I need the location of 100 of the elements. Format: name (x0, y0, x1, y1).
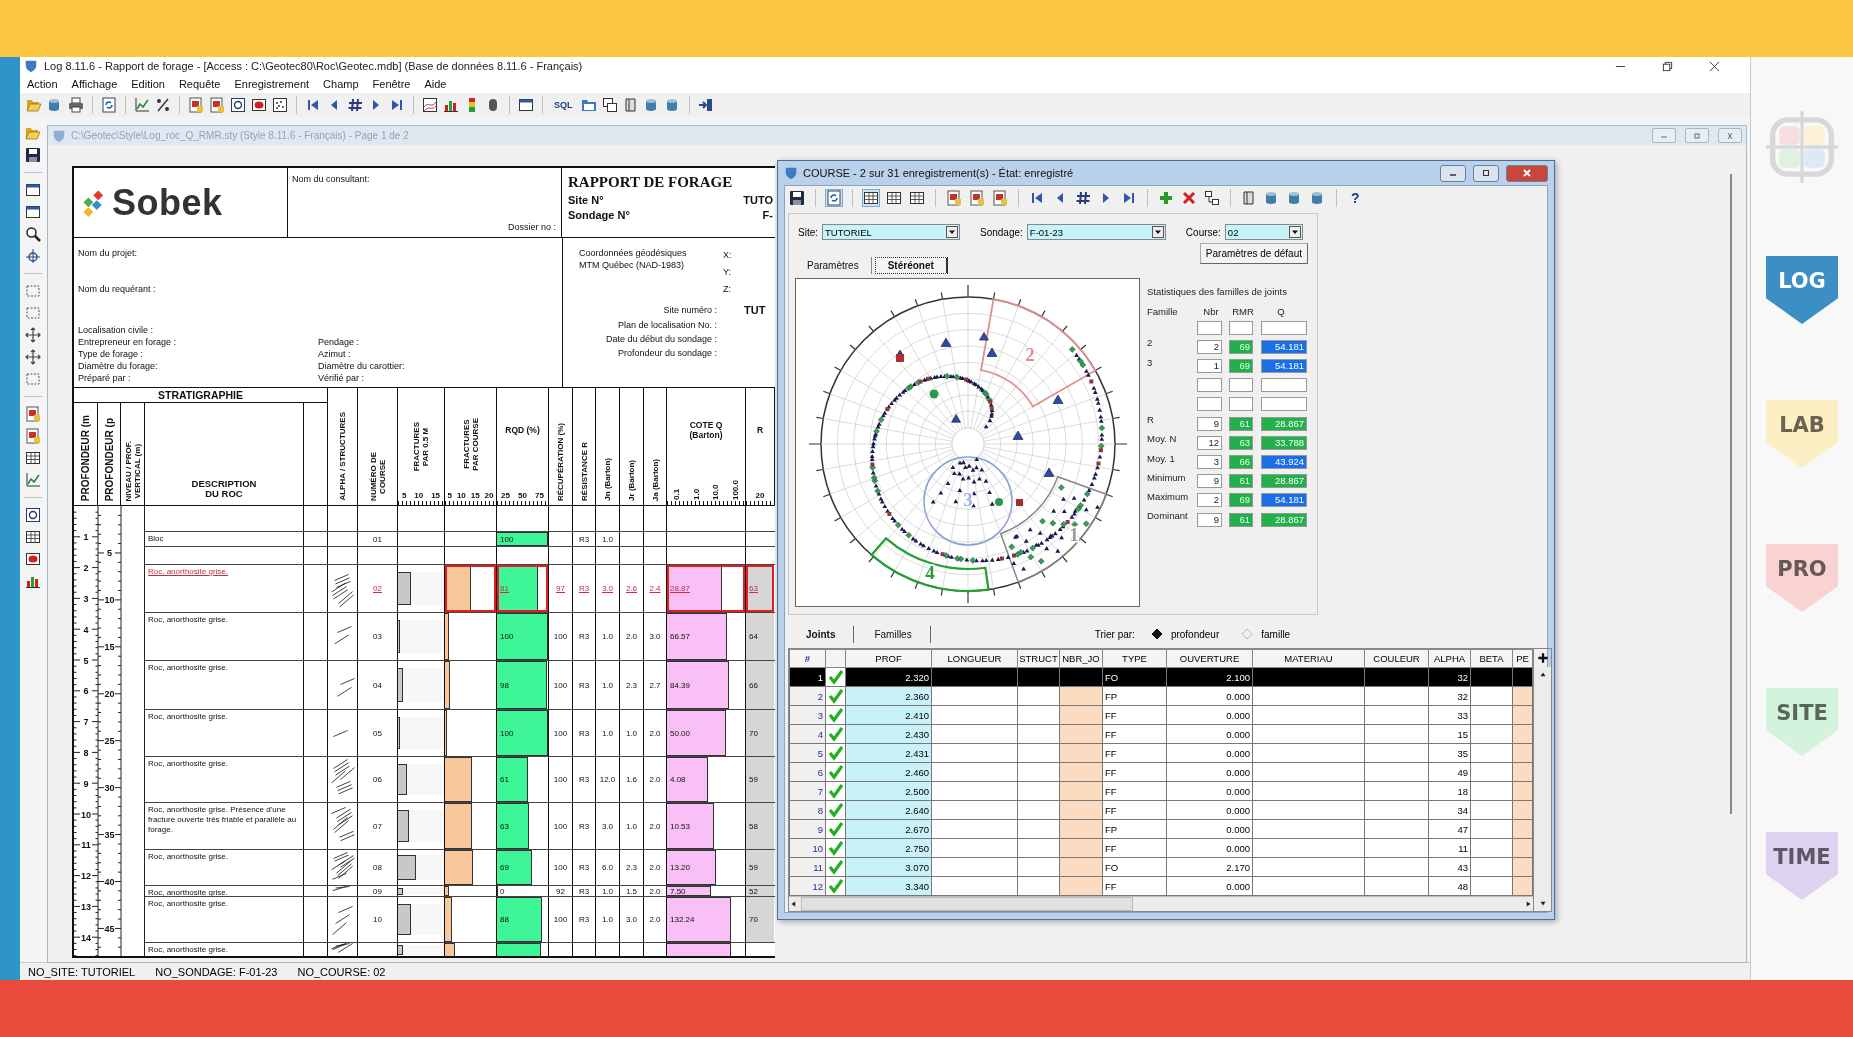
dropdown-field[interactable]: F-01-23 (1026, 224, 1166, 240)
menu-item[interactable]: Enregistrement (234, 78, 310, 90)
tab[interactable]: Paramètres (795, 257, 872, 274)
map-icon[interactable] (422, 97, 438, 113)
maximize-icon[interactable] (1480, 169, 1492, 177)
help-button[interactable]: ? (1347, 190, 1364, 206)
close-icon[interactable] (1709, 60, 1720, 72)
target-icon[interactable] (25, 248, 41, 264)
minimize-button[interactable] (1440, 164, 1466, 182)
percent-icon[interactable] (155, 97, 171, 113)
tab[interactable]: Joints (788, 625, 855, 643)
radio-option[interactable]: famille (1241, 628, 1291, 640)
check-icon[interactable] (827, 859, 844, 875)
report-icon[interactable] (969, 190, 985, 206)
column-header[interactable]: MATERIAU (1252, 649, 1365, 668)
close-icon[interactable] (1521, 169, 1533, 177)
dropdown-field[interactable]: TUTORIEL (822, 224, 960, 240)
line-chart-icon[interactable] (25, 472, 41, 488)
first-icon[interactable] (1029, 190, 1045, 206)
app-badge[interactable]: PRO (1766, 544, 1838, 612)
check-icon[interactable] (827, 745, 844, 761)
plus-icon[interactable] (1158, 190, 1174, 206)
check-icon[interactable] (827, 821, 844, 837)
scrollbar[interactable] (789, 896, 1533, 911)
restore-icon[interactable] (1662, 60, 1673, 72)
exit-icon[interactable] (697, 97, 714, 113)
radio-icon[interactable] (1241, 628, 1254, 640)
table-row[interactable]: 2 2.360 FP 0.000 32 (789, 686, 1533, 706)
table-row[interactable]: 11 3.070 FO 2.170 43 (789, 857, 1533, 877)
link-icon[interactable] (1204, 190, 1220, 206)
window-icon[interactable] (518, 97, 534, 113)
table-row[interactable]: 3 2.410 FF 0.000 33 (789, 705, 1533, 725)
refresh-icon[interactable] (101, 97, 117, 113)
check-icon[interactable] (827, 688, 844, 704)
check-icon[interactable] (827, 802, 844, 818)
refresh-icon[interactable] (826, 190, 842, 206)
open-folder-icon[interactable] (26, 97, 42, 113)
tab[interactable]: Familles (856, 625, 931, 643)
window-icon[interactable] (25, 182, 41, 198)
window-icon[interactable] (25, 204, 41, 220)
check-icon[interactable] (827, 840, 844, 856)
table-row[interactable]: 12 3.340 FF 0.000 48 (789, 876, 1533, 896)
scrollbar[interactable] (1534, 667, 1551, 911)
hash-icon[interactable] (1075, 190, 1091, 206)
table-row[interactable]: 5 2.431 FF 0.000 35 (789, 743, 1533, 763)
maximize-button[interactable] (1473, 164, 1499, 182)
dropdown-field[interactable]: 02 (1224, 224, 1303, 240)
report-icon[interactable] (946, 190, 962, 206)
column-header[interactable]: NBR_JO (1059, 649, 1103, 668)
menu-item[interactable]: Aide (424, 78, 447, 90)
app-badge[interactable]: LOG (1766, 256, 1838, 324)
menu-item[interactable]: Action (27, 78, 58, 90)
grid-icon[interactable] (25, 450, 41, 466)
table-row[interactable]: 4 2.430 FF 0.000 15 (789, 724, 1533, 744)
column-header[interactable]: STRUCT (1017, 649, 1060, 668)
check-icon[interactable] (827, 707, 844, 723)
report-icon[interactable] (209, 97, 225, 113)
menu-item[interactable]: Edition (131, 78, 165, 90)
report-icon[interactable] (25, 428, 41, 444)
column-header[interactable]: PROF (845, 649, 932, 668)
radio-option[interactable]: profondeur (1150, 628, 1220, 640)
printer-icon[interactable] (68, 97, 84, 113)
grid-icon[interactable] (25, 529, 41, 545)
report-icon[interactable] (25, 406, 41, 422)
tab[interactable]: Stéréonet (874, 257, 948, 274)
check-icon[interactable] (827, 669, 844, 685)
grid-icon[interactable] (863, 190, 879, 206)
column-header[interactable]: BETA (1470, 649, 1513, 668)
report-icon[interactable] (188, 97, 204, 113)
table-row[interactable]: 6 2.460 FF 0.000 49 (789, 762, 1533, 782)
menu-item[interactable]: Fenêtre (372, 78, 411, 90)
book-icon[interactable] (1241, 190, 1257, 206)
last-icon[interactable] (1121, 190, 1137, 206)
table-row[interactable]: 9 2.670 FP 0.000 47 (789, 819, 1533, 839)
grid-icon[interactable] (909, 190, 925, 206)
move-icon[interactable] (25, 327, 41, 343)
column-header[interactable]: TYPE (1102, 649, 1167, 668)
frame-icon[interactable] (230, 97, 246, 113)
menu-item[interactable]: Affichage (71, 78, 118, 90)
folder-icon[interactable] (580, 97, 597, 113)
default-settings-button[interactable]: Paramètres de défaut (1199, 243, 1308, 264)
column-header[interactable]: COULEUR (1364, 649, 1429, 668)
windows-icon[interactable] (601, 97, 618, 113)
table-row[interactable]: 10 2.750 FF 0.000 11 (789, 838, 1533, 858)
app-badge[interactable]: SITE (1766, 688, 1838, 756)
move-icon[interactable] (25, 349, 41, 365)
close-button[interactable] (1506, 164, 1548, 182)
column-header[interactable]: # (789, 649, 826, 668)
zoom-icon[interactable] (25, 226, 41, 242)
check-icon[interactable] (827, 764, 844, 780)
grid-icon[interactable] (886, 190, 902, 206)
check-icon[interactable] (827, 783, 844, 799)
menu-item[interactable]: Requête (178, 78, 221, 90)
column-header[interactable]: OUVERTURE (1166, 649, 1253, 668)
column-header[interactable]: LONGUEUR (931, 649, 1018, 668)
check-icon[interactable] (827, 878, 844, 894)
save-icon[interactable] (789, 190, 805, 206)
frame-icon[interactable] (25, 507, 41, 523)
app-badge[interactable]: TIME (1766, 832, 1838, 900)
open-folder-icon[interactable] (25, 125, 41, 141)
